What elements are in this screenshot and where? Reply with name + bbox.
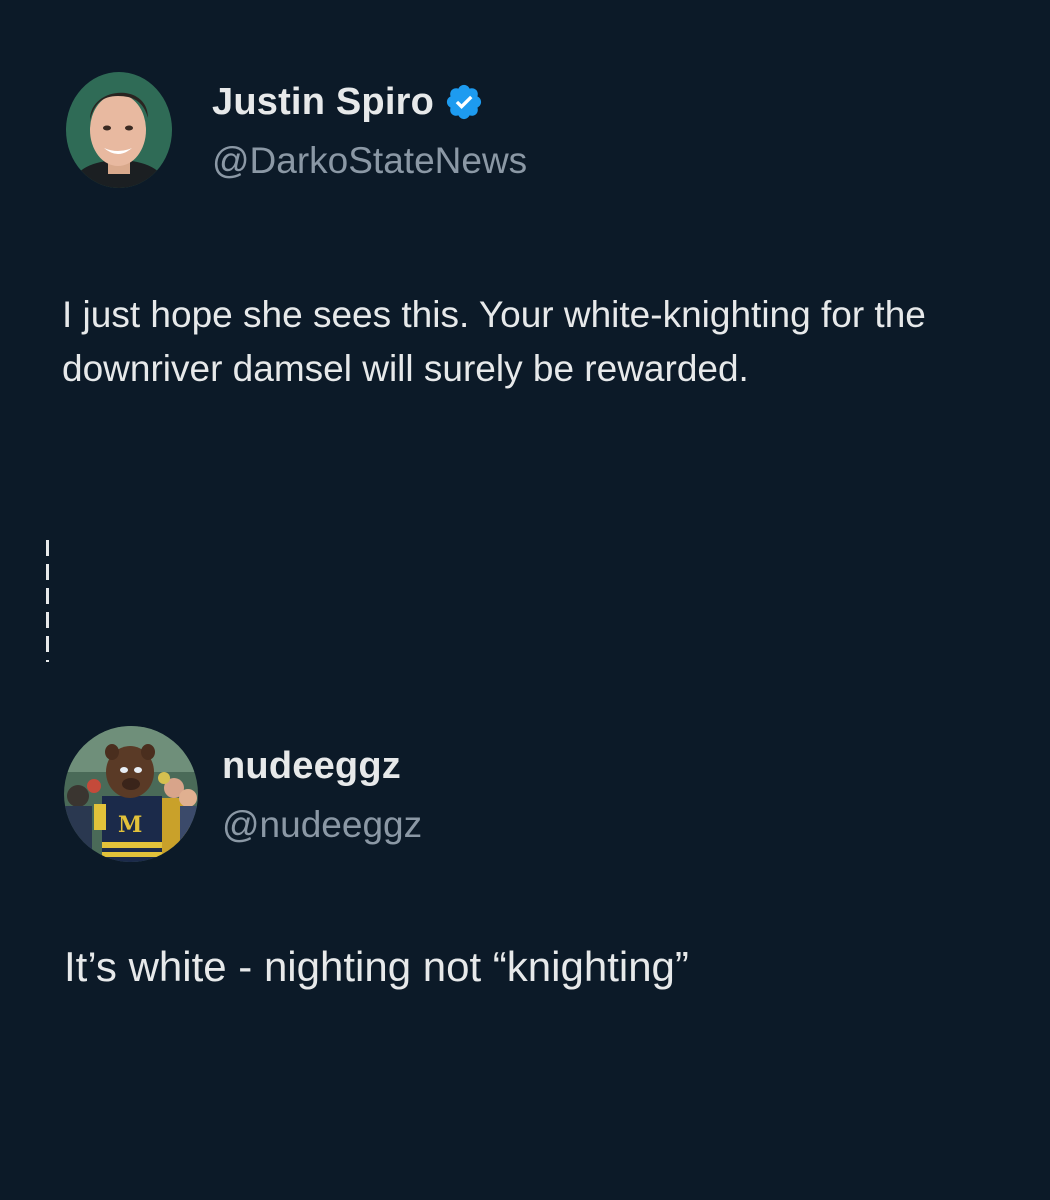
tweet-text: It’s white - nighting not “knighting” [64,943,689,990]
thread-connector-line [46,540,49,662]
avatar-image [66,72,172,188]
avatar[interactable] [66,72,172,188]
name-row: nudeeggz [222,742,401,790]
display-name[interactable]: Justin Spiro [212,81,434,124]
handle[interactable]: @nudeeggz [222,804,422,846]
avatar-image: M [64,726,198,862]
verified-badge-icon [444,82,484,122]
handle[interactable]: @DarkoStateNews [212,140,527,182]
avatar[interactable]: M [64,726,198,862]
avatar-logo-text: M [118,812,142,838]
display-name[interactable]: nudeeggz [222,745,401,788]
name-row: Justin Spiro [212,78,484,126]
tweet-text: I just hope she sees this. Your white-kn… [62,294,926,389]
